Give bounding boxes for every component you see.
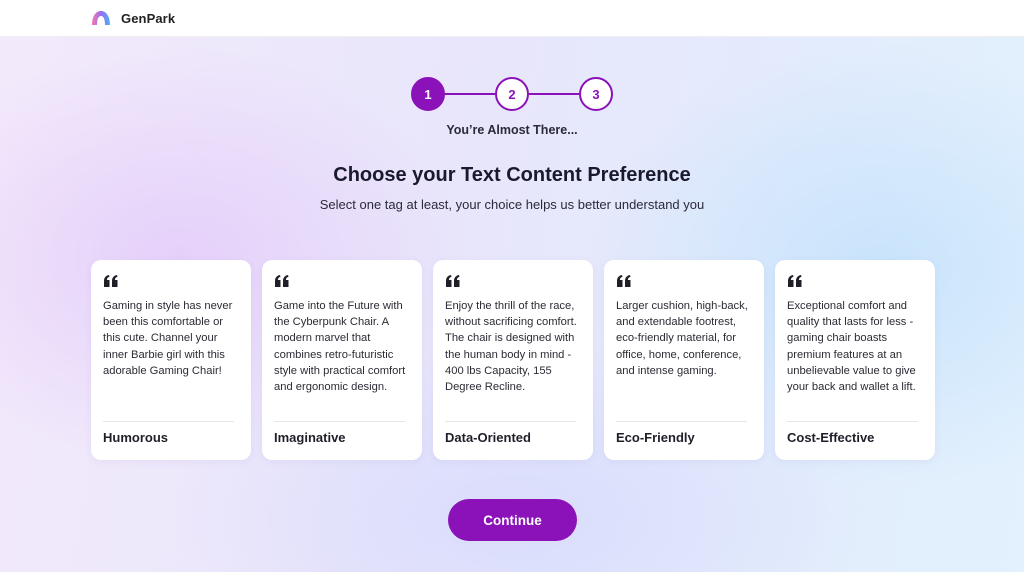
preference-card-cost-effective[interactable]: Exceptional comfort and quality that las… (775, 260, 935, 460)
quote-icon (446, 275, 460, 287)
preference-card-data-oriented[interactable]: Enjoy the thrill of the race, without sa… (433, 260, 593, 460)
step-1-active: 1 (411, 77, 445, 111)
step-connector (529, 93, 579, 95)
preference-card-imaginative[interactable]: Game into the Future with the Cyberpunk … (262, 260, 422, 460)
card-description: Game into the Future with the Cyberpunk … (274, 300, 406, 394)
quote-icon (788, 275, 802, 287)
divider (616, 421, 747, 422)
quote-icon (104, 275, 118, 287)
app-name: GenPark (121, 10, 176, 26)
divider (787, 421, 918, 422)
card-tag-label: Data-Oriented (445, 430, 531, 445)
card-tag-label: Imaginative (274, 430, 346, 445)
preference-card-humorous[interactable]: Gaming in style has never been this comf… (91, 260, 251, 460)
preference-card-eco-friendly[interactable]: Larger cushion, high-back, and extendabl… (604, 260, 764, 460)
card-description: Gaming in style has never been this comf… (103, 300, 233, 377)
divider (445, 421, 576, 422)
card-description: Larger cushion, high-back, and extendabl… (616, 300, 748, 377)
onboarding-panel: 1 2 3 You’re Almost There... Choose your… (0, 37, 1024, 572)
step-3: 3 (579, 77, 613, 111)
step-connector (445, 93, 495, 95)
card-description: Exceptional comfort and quality that las… (787, 300, 916, 394)
card-tag-label: Humorous (103, 430, 168, 445)
genpark-logo[interactable]: GenPark (90, 10, 175, 26)
divider (103, 421, 234, 422)
card-tag-label: Cost-Effective (787, 430, 875, 445)
page-subtitle: Select one tag at least, your choice hel… (319, 197, 705, 212)
quote-icon (275, 275, 289, 287)
continue-button[interactable]: Continue (448, 499, 577, 541)
top-bar: GenPark (0, 0, 1024, 37)
card-tag-label: Eco-Friendly (616, 430, 695, 445)
divider (274, 421, 405, 422)
progress-stepper: 1 2 3 (411, 77, 614, 111)
preference-card-list: Gaming in style has never been this comf… (91, 260, 935, 460)
quote-icon (617, 275, 631, 287)
progress-status: You’re Almost There... (446, 123, 578, 137)
card-description: Enjoy the thrill of the race, without sa… (445, 300, 577, 394)
step-2: 2 (495, 77, 529, 111)
page-title: Choose your Text Content Preference (333, 164, 691, 186)
genpark-logo-icon (92, 11, 110, 25)
